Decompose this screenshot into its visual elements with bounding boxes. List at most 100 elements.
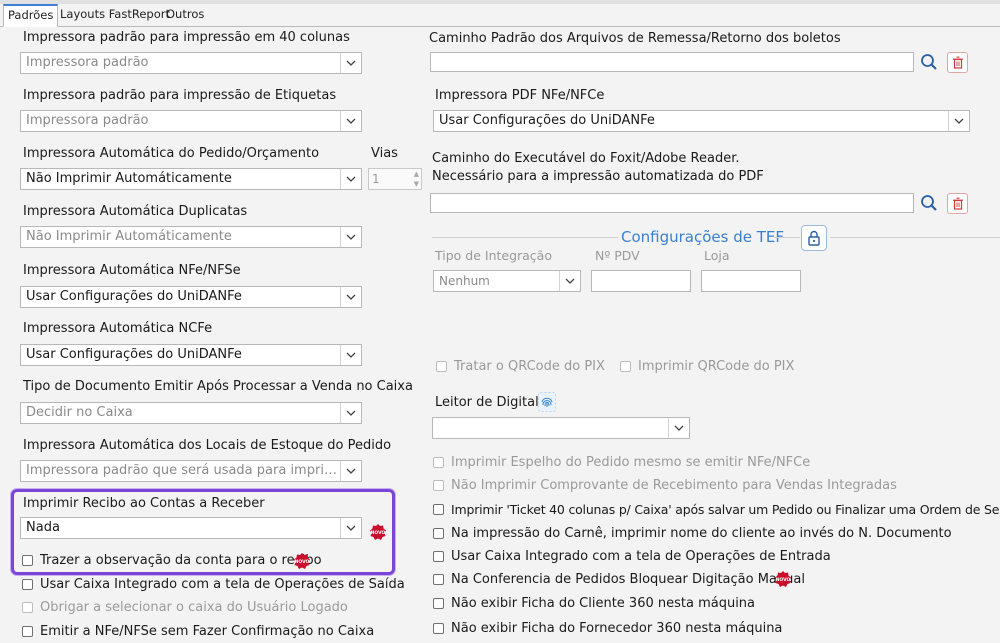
chk-carne-nome-label: Na impressão do Carnê, imprimir nome do … xyxy=(451,526,952,541)
tipo-doc-value: Decidir no Caixa xyxy=(26,405,133,420)
foxit-path-input[interactable] xyxy=(430,193,914,213)
chevron-down-icon[interactable] xyxy=(340,53,361,73)
chk-caixa-saida[interactable]: Usar Caixa Integrado com a tela de Opera… xyxy=(22,577,405,592)
tef-separator-mid xyxy=(774,237,800,238)
chevron-down-icon[interactable] xyxy=(340,518,361,538)
tef-tipo-value: Nenhum xyxy=(439,274,490,288)
chk-emitir-nfe[interactable]: Emitir a NFe/NFSe sem Fazer Confirmação … xyxy=(22,624,374,639)
chevron-down-icon[interactable] xyxy=(340,403,361,423)
tef-title: Configurações de TEF xyxy=(621,228,785,246)
imp-pdf-value: Usar Configurações do UniDANFe xyxy=(439,113,655,128)
imp-pdf-combo[interactable]: Usar Configurações do UniDANFe xyxy=(433,110,970,132)
chevron-down-icon[interactable] xyxy=(340,461,361,481)
chk-ticket-40[interactable]: Imprimir 'Ticket 40 colunas p/ Caixa' ap… xyxy=(433,502,1000,517)
checkbox[interactable] xyxy=(620,361,631,372)
tab-padroes[interactable]: Padrões xyxy=(3,4,59,27)
chk-trazer-obs-label: Trazer a observação da conta para o reci… xyxy=(40,553,322,568)
tab-layouts-fastreport[interactable]: Layouts FastReport xyxy=(56,4,174,25)
imp-ncfe-label: Impressora Automática NCFe xyxy=(23,321,213,336)
chevron-down-icon[interactable] xyxy=(340,345,361,365)
chevron-down-icon[interactable] xyxy=(340,287,361,307)
foxit-label-2: Necessário para a impressão automatizada… xyxy=(432,169,764,184)
caminho-remessa-label: Caminho Padrão dos Arquivos de Remessa/R… xyxy=(429,31,841,46)
vias-spinner[interactable]: 1 ▲ ▼ xyxy=(368,168,422,190)
search-icon[interactable] xyxy=(919,193,939,213)
tef-tipo-label: Tipo de Integração xyxy=(435,248,552,263)
chk-conferencia-pedidos[interactable]: Na Conferencia de Pedidos Bloquear Digit… xyxy=(433,572,805,587)
spin-down-icon[interactable]: ▼ xyxy=(414,180,419,188)
chk-ficha-cliente[interactable]: Não exibir Ficha do Cliente 360 nesta má… xyxy=(433,596,755,611)
novo-badge-icon: NOVO xyxy=(775,571,791,587)
imp-pedido-combo[interactable]: Não Imprimir Automáticamente xyxy=(20,168,362,190)
chk-ticket-40-label: Imprimir 'Ticket 40 colunas p/ Caixa' ap… xyxy=(451,502,1000,517)
imp-nfe-value: Usar Configurações do UniDANFe xyxy=(26,289,242,304)
chevron-down-icon[interactable] xyxy=(340,169,361,189)
chevron-down-icon[interactable] xyxy=(340,227,361,247)
imp-dup-combo[interactable]: Não Imprimir Automáticamente xyxy=(20,226,362,248)
tef-loja-input[interactable] xyxy=(701,270,801,292)
imp-ncfe-combo[interactable]: Usar Configurações do UniDANFe xyxy=(20,344,362,366)
vias-label: Vias xyxy=(371,146,398,161)
checkbox[interactable] xyxy=(22,555,33,566)
chevron-down-icon[interactable] xyxy=(948,111,969,131)
chk-caixa-entrada[interactable]: Usar Caixa Integrado com a tela de Opera… xyxy=(433,549,831,564)
search-icon[interactable] xyxy=(919,52,939,72)
checkbox[interactable] xyxy=(22,626,33,637)
imp40-combo[interactable]: Impressora padrão xyxy=(20,52,362,74)
chevron-down-icon[interactable] xyxy=(559,271,580,291)
tef-pdv-input[interactable] xyxy=(591,270,691,292)
chk-ficha-cliente-label: Não exibir Ficha do Cliente 360 nesta má… xyxy=(451,596,756,611)
trash-icon[interactable] xyxy=(947,193,968,214)
chk-emitir-nfe-label: Emitir a NFe/NFSe sem Fazer Confirmação … xyxy=(40,624,375,639)
tef-loja-label: Loja xyxy=(704,248,730,263)
checkbox[interactable] xyxy=(433,551,444,562)
checkbox[interactable] xyxy=(433,598,444,609)
trash-icon[interactable] xyxy=(947,52,968,73)
imp-dup-label: Impressora Automática Duplicatas xyxy=(23,204,248,219)
checkbox[interactable] xyxy=(433,457,444,468)
chk-carne-nome[interactable]: Na impressão do Carnê, imprimir nome do … xyxy=(433,526,952,541)
chk-espelho-pedido[interactable]: Imprimir Espelho do Pedido mesmo se emit… xyxy=(433,455,810,470)
chk-imprimir-qrcode[interactable]: Imprimir QRCode do PIX xyxy=(620,359,794,374)
imp-ncfe-value: Usar Configurações do UniDANFe xyxy=(26,347,242,362)
checkbox[interactable] xyxy=(433,504,444,515)
checkbox[interactable] xyxy=(22,602,33,613)
imp-nfe-label: Impressora Automática NFe/NFSe xyxy=(23,263,241,278)
recibo-value: Nada xyxy=(26,520,60,535)
chk-obrigar-caixa-label: Obrigar a selecionar o caixa do Usuário … xyxy=(40,600,348,615)
imp-locais-combo[interactable]: Impressora padrão que será usada para im… xyxy=(20,460,362,482)
tab-outros[interactable]: Outros xyxy=(162,4,208,25)
checkbox[interactable] xyxy=(433,528,444,539)
checkbox[interactable] xyxy=(433,574,444,585)
spin-up-icon[interactable]: ▲ xyxy=(414,170,419,178)
chevron-down-icon[interactable] xyxy=(340,111,361,131)
chk-ficha-fornecedor[interactable]: Não exibir Ficha do Fornecedor 360 nesta… xyxy=(433,621,782,636)
chk-obrigar-caixa[interactable]: Obrigar a selecionar o caixa do Usuário … xyxy=(22,600,348,615)
checkbox[interactable] xyxy=(436,361,447,372)
caminho-remessa-input[interactable] xyxy=(430,52,914,72)
fingerprint-icon[interactable] xyxy=(537,391,557,413)
tef-pdv-label: Nº PDV xyxy=(595,248,640,263)
chevron-down-icon[interactable] xyxy=(668,418,689,438)
checkbox[interactable] xyxy=(433,480,444,491)
chk-trazer-obs[interactable]: Trazer a observação da conta para o reci… xyxy=(22,553,322,568)
svg-text:NOVO: NOVO xyxy=(776,577,791,583)
checkbox[interactable] xyxy=(433,623,444,634)
chk-nao-imprimir-comprovante[interactable]: Não Imprimir Comprovante de Recebimento … xyxy=(433,478,897,493)
checkbox[interactable] xyxy=(22,579,33,590)
lock-icon[interactable] xyxy=(801,225,827,251)
chk-tratar-qrcode[interactable]: Tratar o QRCode do PIX xyxy=(436,359,605,374)
tef-tipo-combo[interactable]: Nenhum xyxy=(433,270,581,292)
recibo-combo[interactable]: Nada xyxy=(20,517,362,539)
imp40-label: Impressora padrão para impressão em 40 c… xyxy=(23,30,350,45)
foxit-label-1: Caminho do Executável do Foxit/Adobe Rea… xyxy=(432,151,740,166)
leitor-digital-combo[interactable] xyxy=(432,417,690,439)
imp-etiq-combo[interactable]: Impressora padrão xyxy=(20,110,362,132)
chk-espelho-pedido-label: Imprimir Espelho do Pedido mesmo se emit… xyxy=(451,455,811,470)
tipo-doc-combo[interactable]: Decidir no Caixa xyxy=(20,402,362,424)
novo-badge-icon: NOVO xyxy=(370,524,386,540)
novo-badge-icon: NOVO xyxy=(294,553,310,569)
chk-nao-imprimir-comprovante-label: Não Imprimir Comprovante de Recebimento … xyxy=(451,478,897,493)
imp-nfe-combo[interactable]: Usar Configurações do UniDANFe xyxy=(20,286,362,308)
imp-pedido-value: Não Imprimir Automáticamente xyxy=(26,171,232,186)
